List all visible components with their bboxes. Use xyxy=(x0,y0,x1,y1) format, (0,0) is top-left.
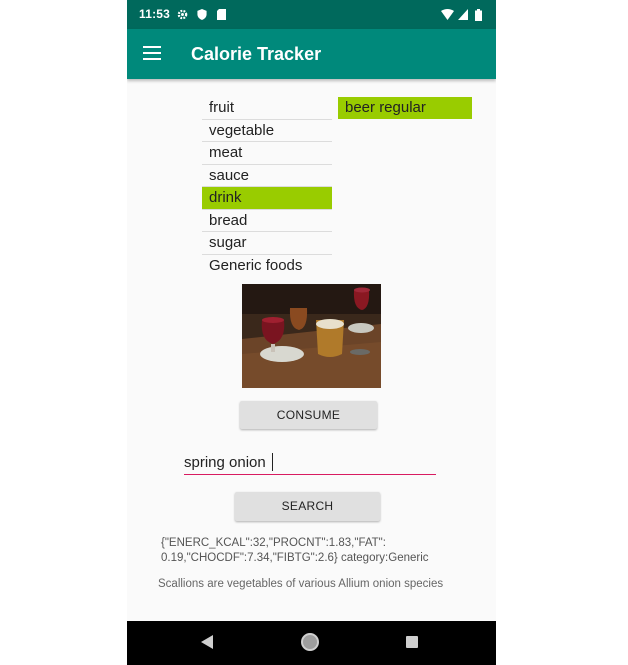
settings-icon xyxy=(177,9,188,20)
category-item-generic-foods[interactable]: Generic foods xyxy=(202,255,332,278)
status-time: 11:53 xyxy=(139,7,171,21)
nutrients-result: {"ENERC_KCAL":32,"PROCNT":1.83,"FAT": 0.… xyxy=(161,537,429,564)
app-title: Calorie Tracker xyxy=(191,44,322,64)
category-item-drink[interactable]: drink xyxy=(202,187,332,210)
text-cursor xyxy=(272,453,273,471)
sd-card-icon xyxy=(217,9,226,20)
food-description: Scallions are vegetables of various Alli… xyxy=(158,578,444,590)
hamburger-menu-icon[interactable] xyxy=(143,46,161,60)
search-input[interactable] xyxy=(184,450,436,475)
navigation-bar xyxy=(127,621,496,665)
beer-glasses-image xyxy=(242,284,381,388)
consume-button[interactable]: CONSUME xyxy=(240,401,377,429)
home-icon[interactable] xyxy=(301,633,319,651)
app-bar: Calorie Tracker xyxy=(127,29,496,79)
category-item-bread[interactable]: bread xyxy=(202,210,332,232)
category-item-meat[interactable]: meat xyxy=(202,142,332,165)
food-item-beer-regular[interactable]: beer regular xyxy=(338,97,472,119)
back-icon[interactable] xyxy=(200,635,214,649)
shield-icon xyxy=(197,9,207,20)
status-bar: 11:53 xyxy=(127,0,496,29)
recents-icon[interactable] xyxy=(406,636,418,648)
category-item-sugar[interactable]: sugar xyxy=(202,232,332,255)
category-item-vegetable[interactable]: vegetable xyxy=(202,120,332,142)
search-button[interactable]: SEARCH xyxy=(235,492,380,521)
phone-screen: 11:53 Calorie Tracker fruit vegetable me… xyxy=(127,0,496,665)
battery-icon xyxy=(475,9,482,21)
signal-icon xyxy=(458,9,468,20)
food-list: beer regular xyxy=(338,97,472,119)
food-photo xyxy=(242,284,381,388)
category-item-sauce[interactable]: sauce xyxy=(202,165,332,187)
category-item-fruit[interactable]: fruit xyxy=(202,97,332,120)
category-list: fruit vegetable meat sauce drink bread s… xyxy=(202,97,332,277)
wifi-icon xyxy=(441,9,454,20)
